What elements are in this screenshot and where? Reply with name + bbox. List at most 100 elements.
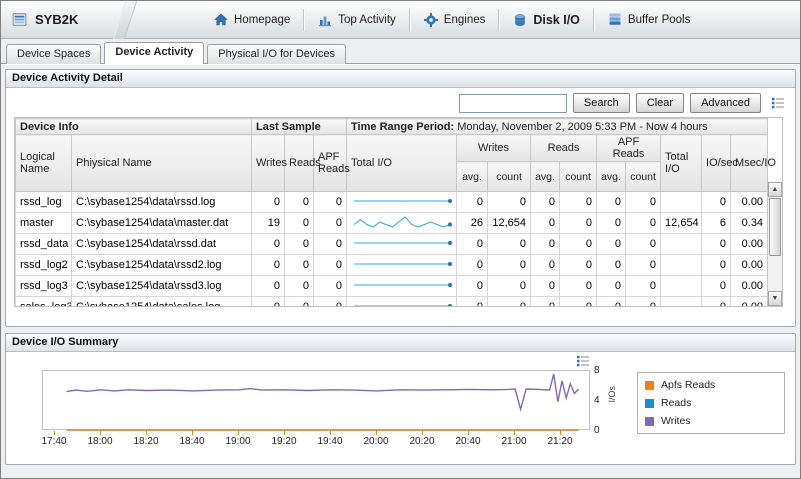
buffer-icon [607, 12, 623, 28]
nav-engines[interactable]: Engines [413, 8, 496, 32]
total-io-sparkline [351, 193, 453, 209]
cell-reads-count: 0 [560, 276, 597, 297]
x-tick-label: 19:00 [221, 436, 255, 447]
search-input[interactable] [459, 94, 567, 113]
nav-separator [593, 9, 594, 31]
cell-writes-avg: 0 [457, 255, 488, 276]
cell-msec-io: 0.34 [731, 213, 768, 234]
cell-total-io [661, 255, 702, 276]
scrollbar-thumb[interactable] [769, 198, 781, 256]
table-options-icon[interactable] [771, 97, 785, 109]
time-range-value: Monday, November 2, 2009 5:33 PM - Now 4… [457, 121, 707, 133]
cell-physical-name: C:\sybase1254\data\rssd.log [72, 192, 252, 213]
server-icon [11, 11, 28, 28]
cell-reads: 0 [285, 213, 314, 234]
tab-physical-io[interactable]: Physical I/O for Devices [207, 44, 346, 64]
col-reads-avg[interactable]: avg. [531, 162, 560, 192]
cell-apf-avg: 0 [597, 276, 626, 297]
table-row[interactable]: masterC:\sybase1254\data\master.dat19002… [16, 213, 768, 234]
col-writes[interactable]: Writes [252, 135, 285, 192]
cell-apf-avg: 0 [597, 255, 626, 276]
x-tick-label: 19:40 [313, 436, 347, 447]
table-row[interactable]: sales_log3C:\sybase1254\data\sales.log00… [16, 297, 768, 308]
table-row[interactable]: rssd_log3C:\sybase1254\data\rssd3.log000… [16, 276, 768, 297]
nav-homepage-label: Homepage [234, 14, 290, 26]
table-row[interactable]: rssd_log2C:\sybase1254\data\rssd2.log000… [16, 255, 768, 276]
app-window: SYB2K Homepage Top Activity Engines Disk… [0, 0, 801, 479]
total-io-sparkline [351, 277, 453, 293]
cell-reads: 0 [285, 297, 314, 308]
panel-title: Device I/O Summary [6, 334, 795, 352]
cell-io-sec: 0 [702, 192, 731, 213]
y-tick-label: 8 [594, 365, 600, 376]
table-row[interactable]: rssd_dataC:\sybase1254\data\rssd.dat0000… [16, 234, 768, 255]
scroll-up-arrow[interactable]: ▲ [768, 182, 782, 197]
group-apf-reads: APF Reads [597, 135, 661, 162]
cell-reads: 0 [285, 234, 314, 255]
cell-physical-name: C:\sybase1254\data\rssd3.log [72, 276, 252, 297]
nav-homepage[interactable]: Homepage [203, 8, 300, 32]
x-tick-mark [192, 431, 193, 435]
search-button[interactable]: Search [573, 93, 630, 113]
cell-writes: 0 [252, 255, 285, 276]
y-tick-label: 0 [594, 425, 600, 436]
cell-total-io [661, 276, 702, 297]
col-total-io[interactable]: Total I/O [661, 135, 702, 192]
table-row[interactable]: rssd_logC:\sybase1254\data\rssd.log00000… [16, 192, 768, 213]
nav-disk-io[interactable]: Disk I/O [502, 8, 590, 32]
tab-device-spaces[interactable]: Device Spaces [6, 44, 101, 64]
cell-apf-count: 0 [626, 297, 661, 308]
cell-apf-avg: 0 [597, 234, 626, 255]
col-physical-name[interactable]: Phiysical Name [72, 135, 252, 192]
nav-top-activity[interactable]: Top Activity [307, 8, 406, 32]
tab-device-activity[interactable]: Device Activity [104, 42, 204, 64]
x-tick-label: 20:20 [405, 436, 439, 447]
col-apf-reads[interactable]: APF Reads [314, 135, 347, 192]
col-logical-name[interactable]: Logical Name [16, 135, 72, 192]
cell-writes-avg: 0 [457, 234, 488, 255]
cell-apf-avg: 0 [597, 192, 626, 213]
device-activity-detail-panel: Device Activity Detail Search Clear Adva… [5, 69, 796, 327]
col-total-io-spark[interactable]: Total I/O [347, 135, 457, 192]
cell-logical-name: master [16, 213, 72, 234]
col-writes-count[interactable]: count [488, 162, 531, 192]
cell-apf-count: 0 [626, 192, 661, 213]
main-nav: Homepage Top Activity Engines Disk I/O B… [203, 8, 700, 32]
chart-plot-area [42, 370, 590, 430]
legend-item: Apfs Reads [645, 379, 777, 391]
col-reads-count[interactable]: count [560, 162, 597, 192]
cell-apf-reads: 0 [314, 234, 347, 255]
cell-reads-avg: 0 [531, 192, 560, 213]
scroll-down-arrow[interactable]: ▼ [768, 291, 782, 306]
col-io-sec[interactable]: IO/sec [702, 135, 731, 192]
col-reads[interactable]: Reads [285, 135, 314, 192]
cell-writes: 19 [252, 213, 285, 234]
device-info-band: Device Info [16, 119, 252, 135]
cell-physical-name: C:\sybase1254\data\rssd2.log [72, 255, 252, 276]
nav-top-activity-label: Top Activity [338, 14, 396, 26]
nav-engines-label: Engines [444, 14, 486, 26]
cell-writes: 0 [252, 297, 285, 308]
clear-button[interactable]: Clear [636, 93, 684, 113]
cell-total-io-sparkline [347, 255, 457, 276]
panel-title: Device Activity Detail [6, 70, 795, 88]
nav-buffer-pools[interactable]: Buffer Pools [597, 8, 700, 32]
x-tick-label: 20:40 [451, 436, 485, 447]
chart-options-icon[interactable] [576, 355, 590, 370]
col-msec-io[interactable]: Msec/IO [731, 135, 768, 192]
col-apf-avg[interactable]: avg. [597, 162, 626, 192]
col-apf-count[interactable]: count [626, 162, 661, 192]
cell-total-io [661, 234, 702, 255]
cell-apf-count: 0 [626, 234, 661, 255]
x-tick-mark [146, 431, 147, 435]
x-tick-mark [238, 431, 239, 435]
cell-reads-count: 0 [560, 213, 597, 234]
cell-io-sec: 6 [702, 213, 731, 234]
cell-total-io [661, 192, 702, 213]
vertical-scrollbar[interactable]: ▲ ▼ [767, 182, 782, 306]
device-activity-table: Device Info Last Sample Time Range Perio… [14, 117, 783, 307]
x-tick-label: 18:20 [129, 436, 163, 447]
advanced-button[interactable]: Advanced [690, 93, 761, 113]
col-writes-avg[interactable]: avg. [457, 162, 488, 192]
group-writes: Writes [457, 135, 531, 162]
